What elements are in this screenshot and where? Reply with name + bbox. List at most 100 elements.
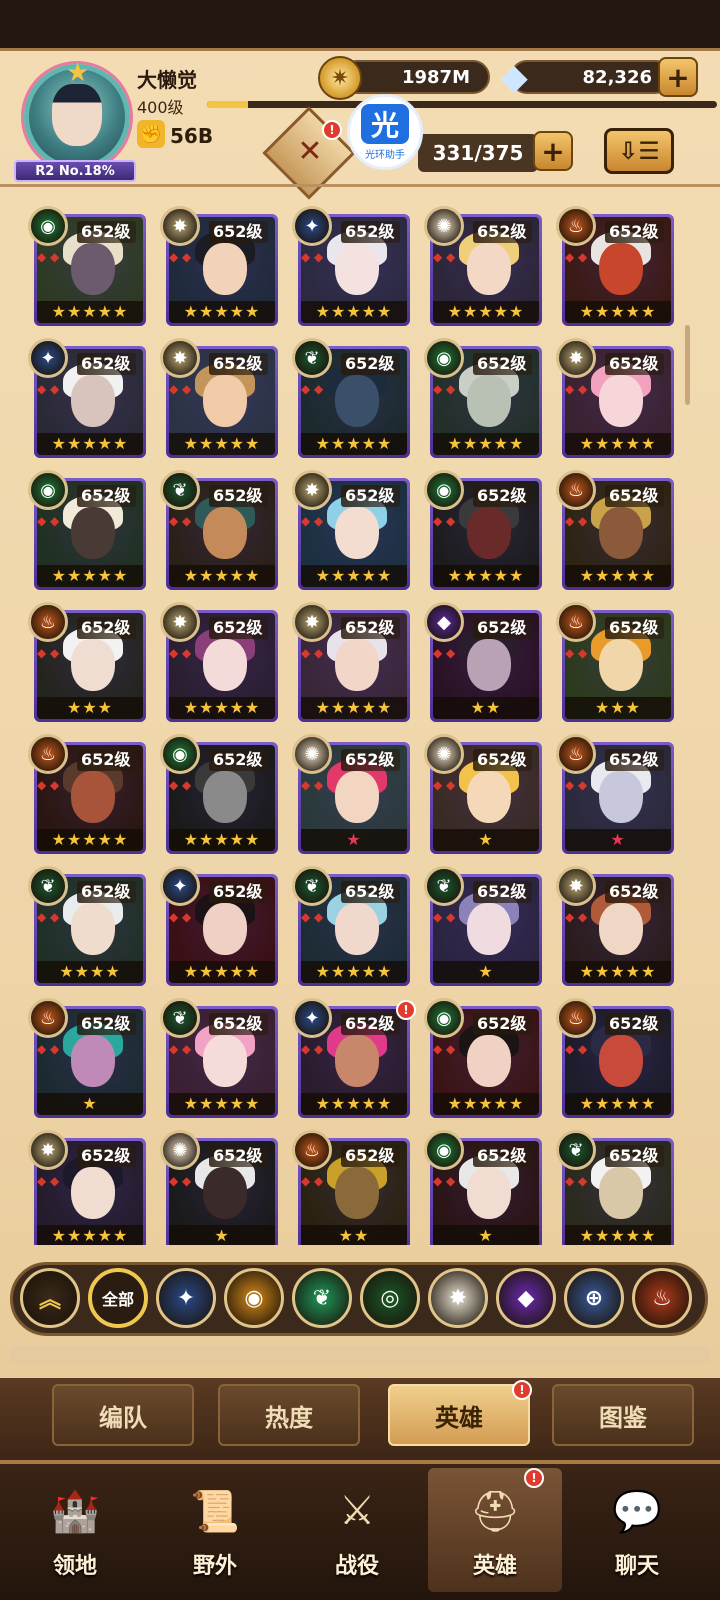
- filter-collapse-button[interactable]: ︽: [20, 1268, 80, 1328]
- hero-level: 652级: [341, 1145, 401, 1167]
- hero-card[interactable]: ◆ ◆ 652级 ★★★★★ ◉: [424, 998, 542, 1118]
- lightbearer-icon: ✦: [176, 1285, 196, 1311]
- hero-level: 652级: [473, 1013, 533, 1035]
- hero-level: 652级: [605, 1145, 665, 1167]
- hero-card[interactable]: ◆ ◆ 652级 ★★★★★ ♨: [556, 998, 674, 1118]
- hero-card[interactable]: ◆ ◆ 652级 ★ ✺: [424, 734, 542, 854]
- hero-face: [203, 1035, 247, 1087]
- hero-stars: ★★★★★: [301, 301, 407, 323]
- hero-card[interactable]: ◆ ◆ 652级 ★★★★★ ✦: [28, 338, 146, 458]
- wilder-faction-icon: ◉: [424, 338, 464, 378]
- hero-card[interactable]: ◆ ◆ 652级 ★★★ ♨: [556, 602, 674, 722]
- subtab-2[interactable]: 英雄: [388, 1384, 530, 1446]
- gold-coin-icon: ✷: [318, 56, 362, 100]
- filter-dimensional-button[interactable]: ⊕: [564, 1268, 624, 1328]
- filter-celestial-button[interactable]: ✸: [428, 1268, 488, 1328]
- overlay-assistant-logo[interactable]: 光 光环助手: [347, 94, 423, 170]
- filter-draconis-button[interactable]: ♨: [632, 1268, 692, 1328]
- hero-level: 652级: [341, 617, 401, 639]
- nav-map-scroll[interactable]: 📜 野外: [148, 1468, 282, 1592]
- filter-hypogean-button[interactable]: ◆: [496, 1268, 556, 1328]
- hero-card[interactable]: ◆ ◆ 652级 ★★★★★ ✸: [160, 602, 278, 722]
- hero-card[interactable]: ◆ ◆ 652级 ★★★★★ ◉: [28, 470, 146, 590]
- hero-card[interactable]: ◆ ◆ 652级 ★★★★★ ◉: [424, 470, 542, 590]
- scrollbar[interactable]: [685, 325, 690, 405]
- castle-icon: 🏰: [50, 1488, 100, 1535]
- hero-card[interactable]: ◆ ◆ 652级 ★★ ◆: [424, 602, 542, 722]
- nav-hero-helmet[interactable]: ⛑ 英雄: [428, 1468, 562, 1592]
- rank-gem-icon: ◆ ◆: [565, 778, 588, 792]
- hero-card[interactable]: ◆ ◆ 652级 ★★★★★ ✸: [556, 338, 674, 458]
- graveborn-faction-icon: ❦: [160, 998, 200, 1038]
- hero-card[interactable]: ◆ ◆ 652级 ★★★★★ ❦: [556, 1130, 674, 1245]
- nav-castle[interactable]: 🏰 领地: [8, 1468, 142, 1592]
- hero-card[interactable]: ◆ ◆ 652级 ★★★★★ ♨: [28, 734, 146, 854]
- expand-hero-slots-button[interactable]: +: [533, 131, 573, 171]
- hero-stars: ★★★★★: [301, 961, 407, 983]
- hero-face: [599, 639, 643, 691]
- hero-card[interactable]: ◆ ◆ 652级 ★★★★★ ✸: [556, 866, 674, 986]
- hero-stars: ★★★★★: [565, 565, 671, 587]
- hero-card[interactable]: ◆ ◆ 652级 ★ ♨: [28, 998, 146, 1118]
- hero-face: [467, 639, 511, 691]
- hero-level: 652级: [77, 1013, 137, 1035]
- hero-card[interactable]: ◆ ◆ 652级 ★★★★★ ❦: [292, 866, 410, 986]
- filter-wilder-button[interactable]: ❦: [292, 1268, 352, 1328]
- hero-card[interactable]: ◆ ◆ 652级 ★★★★★ ✸: [28, 1130, 146, 1245]
- hero-level: 652级: [605, 221, 665, 243]
- nav-chat-bubble[interactable]: 💬 聊天: [570, 1468, 704, 1592]
- lightbearer-faction-icon: ✦: [292, 998, 332, 1038]
- hero-card[interactable]: ◆ ◆ 652级 ★★★★★ ✦: [292, 206, 410, 326]
- hero-card[interactable]: ◆ ◆ 652级 ★ ❦: [424, 866, 542, 986]
- hero-card[interactable]: ◆ ◆ 652级 ★★ ♨: [292, 1130, 410, 1245]
- hero-card[interactable]: ◆ ◆ 652级 ★★★★★ ◉: [28, 206, 146, 326]
- hero-card[interactable]: ◆ ◆ 652级 ★★★★★ ❦: [160, 998, 278, 1118]
- filter-all-button[interactable]: 全部: [88, 1268, 148, 1328]
- rank-gem-icon: ◆ ◆: [301, 778, 324, 792]
- nav-label: 聊天: [614, 1554, 659, 1579]
- filter-mauler-button[interactable]: ◉: [224, 1268, 284, 1328]
- hero-card[interactable]: ◆ ◆ 652级 ★ ✺: [160, 1130, 278, 1245]
- subtab-1[interactable]: 热度: [218, 1384, 360, 1446]
- hero-card[interactable]: ◆ ◆ 652级 ★★★★★ ✸: [160, 338, 278, 458]
- hero-card[interactable]: ◆ ◆ 652级 ★★★★★ ✦: [160, 866, 278, 986]
- wilder-faction-icon: ◉: [424, 470, 464, 510]
- hero-card[interactable]: ◆ ◆ 652级 ★★★★★ ✸: [160, 206, 278, 326]
- rank-gem-icon: ◆ ◆: [433, 646, 456, 660]
- hero-card[interactable]: ◆ ◆ 652级 ★★★★★ ♨: [556, 206, 674, 326]
- hero-card[interactable]: ◆ ◆ 652级 ★★★★★ ♨: [556, 470, 674, 590]
- hero-level: 652级: [473, 485, 533, 507]
- hero-face: [335, 375, 379, 427]
- subtab-3[interactable]: 图鉴: [552, 1384, 694, 1446]
- hero-card[interactable]: ◆ ◆ 652级 ★★★★★ ◉: [424, 338, 542, 458]
- status-strip: [0, 0, 720, 48]
- hero-card[interactable]: ◆ ◆ 652级 ★★★★★ ✺: [424, 206, 542, 326]
- hero-card[interactable]: ◆ ◆ 652级 ★★★★★ ✦!: [292, 998, 416, 1118]
- hero-card[interactable]: ◆ ◆ 652级 ★★★★★ ❦: [160, 470, 278, 590]
- hypogean-faction-icon: ✺: [292, 734, 332, 774]
- hero-grid[interactable]: ◆ ◆ 652级 ★★★★★ ◉ ◆ ◆ 652级 ★★★★★ ✸ ◆ ◆ 652级 ★★★★★ ✦ ◆…: [0, 190, 720, 1245]
- celestial-faction-icon: ✸: [556, 866, 596, 906]
- hero-card[interactable]: ◆ ◆ 652级 ★★★ ♨: [28, 602, 146, 722]
- draconis-icon: ♨: [652, 1285, 672, 1311]
- rank-gem-icon: ◆ ◆: [433, 1042, 456, 1056]
- nav-sword-battle[interactable]: ⚔ 战役: [290, 1468, 424, 1592]
- hero-card[interactable]: ◆ ◆ 652级 ★ ✺: [292, 734, 410, 854]
- sort-button[interactable]: ⇩☰: [604, 128, 674, 174]
- add-gems-button[interactable]: +: [658, 57, 698, 97]
- hero-level: 652级: [473, 1145, 533, 1167]
- hero-card[interactable]: ◆ ◆ 652级 ★★★★★ ❦: [292, 338, 410, 458]
- hero-card[interactable]: ◆ ◆ 652级 ★★★★★ ✸: [292, 470, 410, 590]
- hero-card[interactable]: ◆ ◆ 652级 ★★★★ ❦: [28, 866, 146, 986]
- celestial-faction-icon: ✸: [160, 338, 200, 378]
- rank-gem-icon: ◆ ◆: [565, 514, 588, 528]
- hero-card[interactable]: ◆ ◆ 652级 ★★★★★ ✸: [292, 602, 410, 722]
- player-name: 大懒觉: [137, 68, 197, 92]
- hero-card[interactable]: ◆ ◆ 652级 ★ ♨: [556, 734, 674, 854]
- hero-card[interactable]: ◆ ◆ 652级 ★ ◉: [424, 1130, 542, 1245]
- hero-level: 652级: [605, 881, 665, 903]
- subtab-0[interactable]: 编队: [52, 1384, 194, 1446]
- filter-lightbearer-button[interactable]: ✦: [156, 1268, 216, 1328]
- filter-graveborn-button[interactable]: ◎: [360, 1268, 420, 1328]
- hero-card[interactable]: ◆ ◆ 652级 ★★★★★ ◉: [160, 734, 278, 854]
